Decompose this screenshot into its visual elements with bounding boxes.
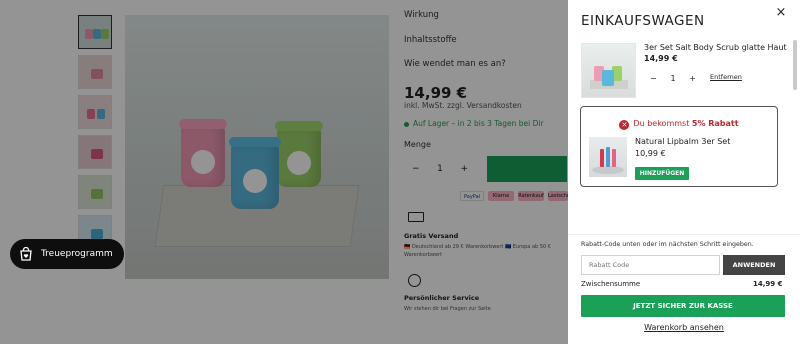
cart-qty-value[interactable]: 1 bbox=[670, 74, 675, 83]
view-cart-link[interactable]: Warenkorb ansehen bbox=[568, 323, 800, 332]
upsell-price: 10,99 € bbox=[635, 149, 666, 158]
apply-button[interactable]: ANWENDEN bbox=[723, 255, 785, 275]
promo-code-input[interactable] bbox=[581, 255, 720, 275]
cart-qty-minus-button[interactable]: − bbox=[650, 74, 657, 83]
subtotal-value: 14,99 € bbox=[753, 280, 783, 288]
cart-scrollbar[interactable] bbox=[793, 40, 797, 90]
discount-icon: ✕ bbox=[619, 120, 630, 130]
loyalty-label: Treueprogramm bbox=[41, 249, 113, 259]
upsell-headline: ✕ Du bekommst 5% Rabatt bbox=[581, 119, 777, 130]
cart-item-price: 14,99 € bbox=[644, 54, 678, 63]
cart-footer: Rabatt-Code unten oder im nächsten Schri… bbox=[568, 234, 800, 344]
subtotal-label: Zwischensumme bbox=[581, 280, 641, 288]
upsell-box: ✕ Du bekommst 5% Rabatt Natural Lipbalm 3… bbox=[580, 106, 778, 187]
remove-item-link[interactable]: Entfernen bbox=[710, 73, 742, 81]
cart-item-name[interactable]: 3er Set Salt Body Scrub glatte Haut bbox=[644, 43, 787, 52]
cart-title: EINKAUFSWAGEN bbox=[581, 13, 705, 29]
cart-qty-plus-button[interactable]: + bbox=[689, 74, 696, 83]
checkout-button[interactable]: JETZT SICHER ZUR KASSE bbox=[581, 295, 785, 317]
cart-quantity-stepper: − 1 + bbox=[644, 68, 702, 88]
upsell-name[interactable]: Natural Lipbalm 3er Set bbox=[635, 137, 730, 146]
cart-drawer: EINKAUFSWAGEN × 3er Set Salt Body Scrub … bbox=[568, 0, 800, 344]
shopping-bag-heart-icon bbox=[20, 247, 32, 261]
loyalty-button[interactable]: Treueprogramm bbox=[10, 239, 124, 269]
cart-item-image[interactable] bbox=[581, 43, 636, 98]
close-icon[interactable]: × bbox=[774, 6, 788, 20]
page-overlay[interactable] bbox=[0, 0, 568, 344]
add-upsell-button[interactable]: HINZUFÜGEN bbox=[635, 167, 689, 180]
upsell-image[interactable] bbox=[589, 137, 627, 177]
promo-hint: Rabatt-Code unten oder im nächsten Schri… bbox=[581, 241, 754, 248]
